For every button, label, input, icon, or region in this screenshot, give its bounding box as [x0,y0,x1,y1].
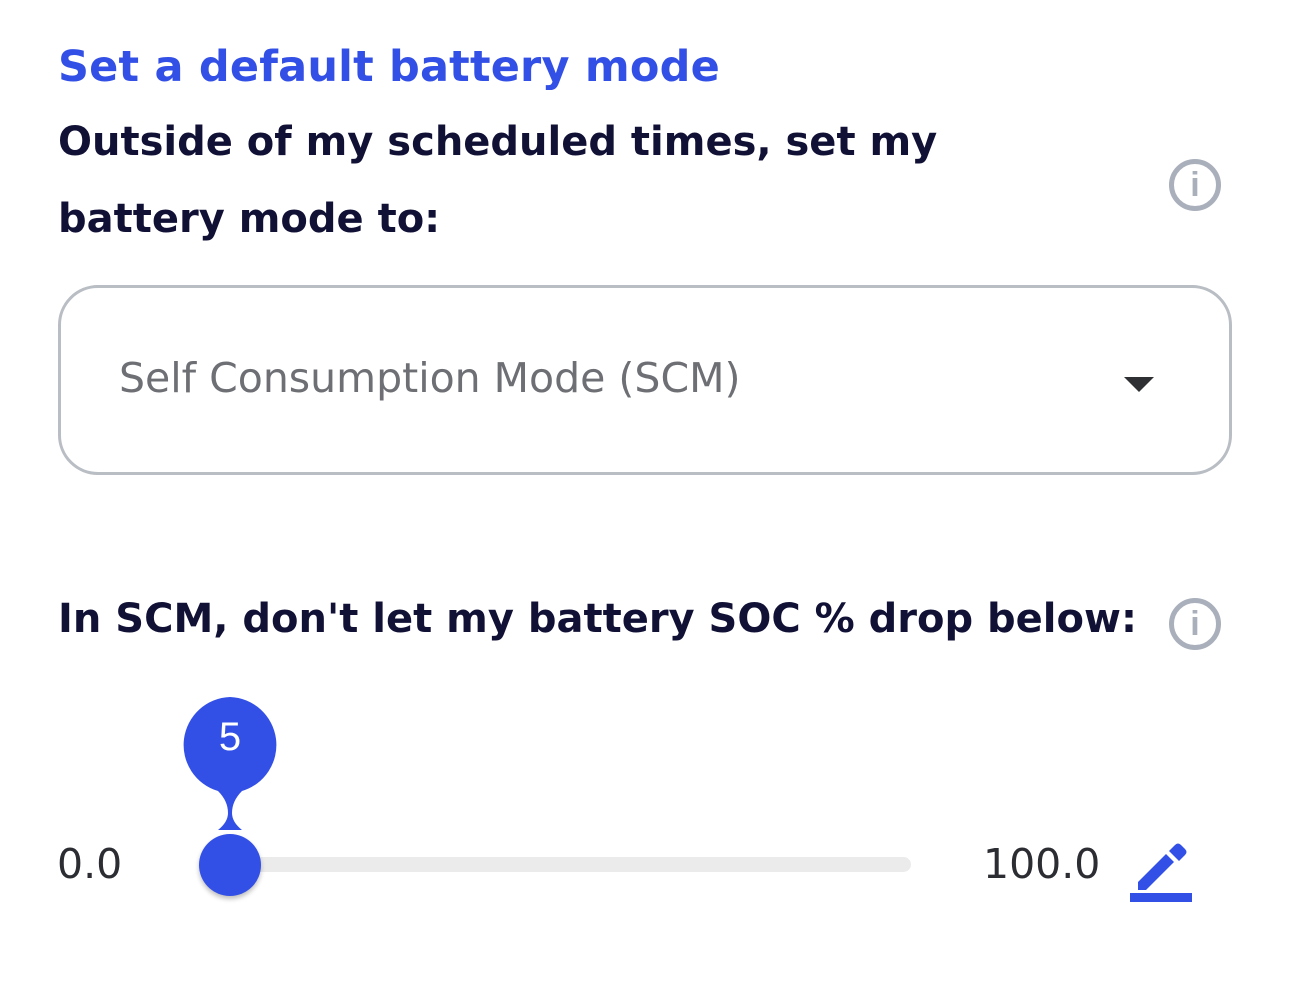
info-icon[interactable]: i [1169,598,1221,650]
pencil-edit-icon[interactable] [1128,832,1194,904]
slider-min-label: 0.0 [57,840,123,888]
battery-mode-settings: Set a default battery mode Outside of my… [0,0,1290,1000]
soc-slider-thumb[interactable] [199,834,261,896]
soc-limit-question: In SCM, don't let my battery SOC % drop … [58,596,1137,642]
section-title: Set a default battery mode [58,42,720,92]
slider-value-bubble-text-wrap: 5 [180,697,280,847]
soc-slider-track[interactable] [200,857,911,872]
default-mode-question: Outside of my scheduled times, set my ba… [58,119,938,242]
slider-max-label: 100.0 [983,840,1101,888]
info-icon[interactable]: i [1169,159,1221,211]
info-glyph: i [1190,605,1200,643]
battery-mode-select[interactable]: Self Consumption Mode (SCM) [58,285,1232,475]
slider-value-label: 5 [218,715,242,759]
info-glyph: i [1190,166,1200,204]
dropdown-caret-icon [1124,377,1154,392]
selected-mode-value: Self Consumption Mode (SCM) [119,354,741,402]
